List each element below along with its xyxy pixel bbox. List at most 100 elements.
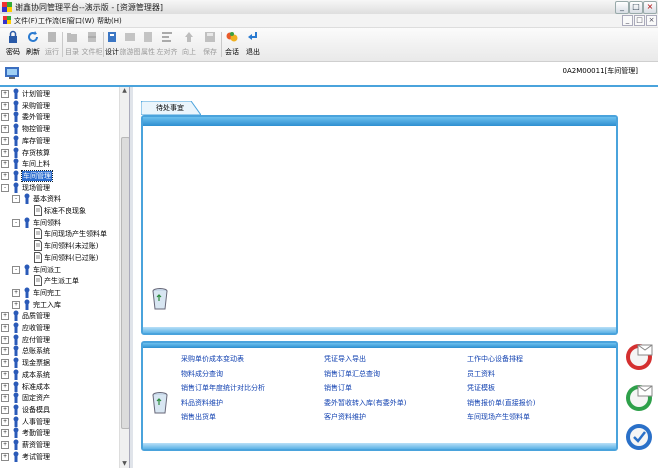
expand-toggle-icon[interactable]: + [1, 452, 9, 461]
expand-toggle-icon[interactable]: + [1, 312, 9, 321]
close-button[interactable]: × [643, 1, 657, 14]
tree-item-label: 物控管理 [22, 125, 50, 134]
chat-icon [226, 32, 238, 42]
shortcut-link[interactable]: 销售订单年度统计对比分析 [181, 383, 265, 393]
shortcut-link[interactable]: 委外暂收转入库(有委外单) [324, 398, 406, 408]
expand-toggle-icon[interactable]: + [1, 394, 9, 403]
expand-toggle-icon[interactable]: - [1, 183, 9, 192]
expand-toggle-icon[interactable]: + [1, 148, 9, 157]
save-button[interactable]: 保存 [201, 30, 219, 58]
app-logo-icon [2, 2, 12, 12]
expand-toggle-icon[interactable]: - [12, 265, 20, 274]
tree-item-label: 完工入库 [33, 300, 61, 309]
align-left-button[interactable]: 左对齐 [156, 30, 178, 58]
toolbar: 密码 刷新 运行 目录 文件柜 设计 旅游图 属性 左对齐 向上 保存 会话 退… [0, 28, 658, 62]
expand-toggle-icon[interactable]: + [1, 405, 9, 414]
folder-icon [67, 33, 77, 42]
menu-help[interactable]: 帮助(H) [97, 16, 122, 26]
align-left-icon [162, 32, 172, 42]
mdi-minimize-button[interactable]: _ [622, 15, 633, 26]
shortcut-link[interactable]: 料品资料维护 [181, 398, 223, 408]
tree-item-label: 车间领料(未过账) [44, 242, 99, 251]
lock-icon [9, 30, 17, 43]
file-cabinet-button[interactable]: 文件柜 [80, 30, 104, 58]
module-icon [13, 182, 19, 193]
expand-toggle-icon[interactable]: + [1, 359, 9, 368]
maximize-button[interactable]: □ [629, 1, 643, 14]
shortcut-link[interactable]: 凭证模板 [467, 383, 495, 393]
scroll-up-arrow-icon[interactable]: ▲ [121, 87, 128, 95]
run-button[interactable]: 运行 [43, 30, 61, 58]
menu-file[interactable]: 文件(F) [14, 16, 38, 26]
shortcut-link[interactable]: 物料成分查询 [181, 369, 223, 379]
module-icon [13, 369, 19, 380]
expand-toggle-icon[interactable]: + [1, 324, 9, 332]
module-icon [13, 170, 19, 181]
shortcut-link[interactable]: 销售订单汇总查询 [324, 369, 380, 379]
module-icon [13, 111, 19, 123]
mdi-close-button[interactable]: × [646, 15, 657, 26]
properties-button[interactable]: 属性 [140, 30, 156, 58]
expand-toggle-icon[interactable]: + [1, 417, 9, 426]
doc-icon [3, 16, 11, 24]
shortcut-link[interactable]: 销售报价单(直接报价) [467, 398, 535, 408]
chat-button[interactable]: 会话 [223, 30, 241, 58]
mdi-restore-button[interactable]: □ [634, 15, 645, 26]
sidebar-scrollbar[interactable]: ▲ ▼ [119, 87, 129, 468]
tree-item-label: 标准成本 [22, 382, 50, 391]
refresh-mail-icon[interactable] [624, 383, 654, 413]
expand-toggle-icon[interactable]: + [1, 429, 9, 438]
expand-toggle-icon[interactable]: + [1, 382, 9, 391]
expand-toggle-icon[interactable]: + [12, 300, 20, 309]
user-label: 0A2M00011[车间管理] [562, 67, 638, 75]
expand-toggle-icon[interactable]: + [1, 160, 9, 169]
expand-toggle-icon[interactable]: + [12, 288, 20, 297]
scrollbar-thumb[interactable] [121, 137, 129, 429]
directory-button[interactable]: 目录 [63, 30, 81, 58]
tree-item-label: 现场管理 [22, 183, 50, 192]
expand-toggle-icon[interactable]: + [1, 113, 9, 122]
expand-toggle-icon[interactable]: + [1, 90, 9, 98]
panel-bottom-bar [143, 327, 616, 333]
expand-toggle-icon[interactable]: + [1, 125, 9, 134]
design-button[interactable]: 设计 [104, 30, 120, 58]
expand-toggle-icon[interactable]: + [1, 370, 9, 379]
minimize-button[interactable]: _ [615, 1, 629, 14]
module-icon [13, 357, 19, 369]
expand-toggle-icon[interactable]: + [1, 441, 9, 449]
module-icon [24, 299, 30, 310]
password-button[interactable]: 密码 [4, 30, 22, 58]
up-button[interactable]: 向上 [180, 30, 198, 58]
refresh-button[interactable]: 刷新 [24, 30, 42, 58]
expand-toggle-icon[interactable]: + [1, 101, 9, 110]
module-icon [13, 334, 19, 345]
exit-button[interactable]: 退出 [244, 30, 262, 58]
expand-toggle-icon[interactable]: + [1, 335, 9, 344]
expand-toggle-icon[interactable]: - [12, 195, 20, 204]
shortcut-link[interactable]: 员工资料 [467, 369, 495, 379]
tree-item-label: 基本资料 [33, 195, 61, 204]
splitter[interactable] [130, 87, 133, 468]
expand-toggle-icon[interactable]: + [1, 347, 9, 356]
shortcut-link[interactable]: 工作中心设备排程 [467, 354, 523, 364]
shortcut-link[interactable]: 销售订单 [324, 383, 352, 393]
shortcut-link[interactable]: 车间现场产生领料单 [467, 412, 530, 422]
menu-workflow[interactable]: 工作流(E) [38, 16, 69, 26]
expand-toggle-icon[interactable]: + [1, 171, 9, 180]
tab-pending-items[interactable]: 待处事宜 [141, 101, 201, 115]
map-button[interactable]: 旅游图 [119, 30, 141, 58]
check-icon[interactable] [624, 422, 654, 452]
shortcut-link[interactable]: 采购单价成本变动表 [181, 354, 244, 364]
expand-toggle-icon[interactable]: + [1, 136, 9, 145]
panel-top-bar [143, 343, 616, 348]
shortcut-link[interactable]: 销售出货单 [181, 412, 216, 422]
mail-icon[interactable] [624, 342, 654, 372]
expand-toggle-icon[interactable]: - [12, 218, 20, 227]
shortcut-link[interactable]: 凭证导入导出 [324, 354, 366, 364]
scroll-down-arrow-icon[interactable]: ▼ [121, 460, 128, 468]
exit-icon [248, 32, 257, 40]
shortcut-link[interactable]: 客户资料维护 [324, 412, 366, 422]
module-icon [13, 404, 19, 415]
menu-window[interactable]: 窗口(W) [68, 16, 94, 26]
module-icon [24, 217, 30, 228]
